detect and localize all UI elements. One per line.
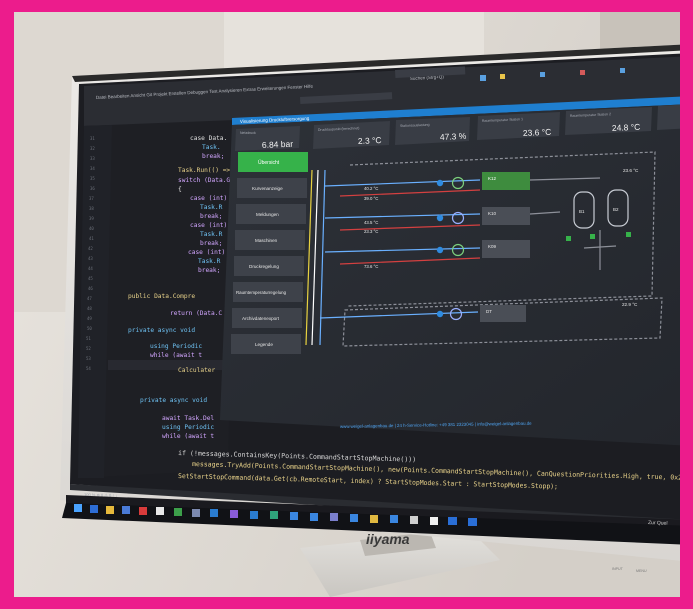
pipe-temp: 23.3 °C — [364, 229, 378, 234]
code-line: break; — [198, 267, 220, 274]
code-line: return (Data.C — [170, 310, 222, 317]
tile-value: 24.8 °C — [612, 122, 641, 133]
tile-value: 23.6 °C — [523, 127, 552, 138]
input-label: INPUT — [612, 567, 624, 571]
code-line: Task.R — [200, 231, 223, 238]
code-line: while (await t — [150, 352, 202, 359]
svg-text:Legende: Legende — [255, 342, 273, 347]
monitor-photo: Datei Bearbeiten Ansicht Git Projekt Ers… — [0, 0, 693, 609]
svg-text:32: 32 — [90, 146, 95, 151]
svg-text:Druckregelung: Druckregelung — [249, 264, 279, 269]
netzdruck-label: Netzdruck — [240, 131, 256, 135]
svg-text:31: 31 — [90, 136, 95, 141]
pipe-temp: 40.2 °C — [364, 186, 378, 191]
code-line: using Periodic — [150, 343, 202, 350]
zone1-temp: 23.6 °C — [623, 168, 639, 173]
svg-text:44: 44 — [88, 266, 93, 271]
code-line: Task.Run(() => — [178, 167, 230, 174]
code-line: break; — [202, 153, 224, 160]
pipe-temp: 43.5 °C — [364, 220, 378, 225]
machine-k10[interactable] — [482, 207, 530, 225]
menu-label: MENU — [636, 569, 647, 573]
svg-text:46: 46 — [88, 286, 93, 291]
svg-text:50: 50 — [87, 326, 92, 331]
svg-text:39: 39 — [89, 216, 94, 221]
code-line: case (int) — [188, 249, 225, 256]
svg-text:48: 48 — [87, 306, 92, 311]
svg-text:Archivdatenexport: Archivdatenexport — [242, 316, 280, 321]
code-line: switch (Data.G — [178, 177, 230, 184]
svg-text:36: 36 — [90, 186, 95, 191]
code-line: private async void — [140, 397, 207, 404]
pipe-temp: 73.6 °C — [364, 264, 378, 269]
code-line: private async void — [128, 327, 195, 334]
svg-text:37: 37 — [89, 196, 94, 201]
svg-text:45: 45 — [88, 276, 93, 281]
svg-text:Kurvenanzeige: Kurvenanzeige — [252, 186, 283, 191]
netzdruck-value: 6.84 bar — [262, 139, 294, 150]
code-line: public Data.Compre — [128, 293, 195, 300]
svg-text:Maschinen: Maschinen — [255, 238, 278, 243]
code-line: while (await t — [162, 433, 214, 440]
svg-text:54: 54 — [86, 366, 91, 371]
svg-text:42: 42 — [88, 246, 93, 251]
tile-value: 47.3 % — [440, 131, 467, 142]
svg-text:40: 40 — [89, 226, 94, 231]
machine-k12[interactable] — [482, 172, 530, 190]
svg-text:49: 49 — [87, 316, 92, 321]
visualization-window: Visualisierung Druckluftversorgung Netzd… — [220, 96, 693, 446]
code-line: using Periodic — [162, 424, 214, 431]
code-line: { — [178, 186, 182, 193]
code-line: case (int) — [190, 195, 227, 202]
receiver-label: B1 — [579, 209, 585, 214]
code-line: case (int) — [190, 222, 227, 229]
machine-k09[interactable] — [482, 240, 530, 258]
code-line: Task.R — [198, 258, 221, 265]
code-line: break; — [200, 213, 222, 220]
svg-text:K09: K09 — [488, 244, 497, 249]
code-line: case Data. — [190, 135, 227, 142]
code-line: await Task.Del — [162, 415, 214, 422]
svg-text:47: 47 — [87, 296, 92, 301]
pipe-temp: 39.0 °C — [364, 196, 378, 201]
code-line: Calculater — [178, 367, 216, 374]
svg-text:35: 35 — [90, 176, 95, 181]
svg-text:33: 33 — [90, 156, 95, 161]
svg-text:DT: DT — [486, 309, 492, 314]
taskbar-right-text: Zur Quel — [648, 520, 668, 527]
svg-text:51: 51 — [86, 336, 91, 341]
svg-text:43: 43 — [88, 256, 93, 261]
zone2-temp: 22.9 °C — [622, 302, 638, 307]
svg-text:K10: K10 — [488, 211, 497, 216]
svg-text:53: 53 — [86, 356, 91, 361]
svg-text:41: 41 — [89, 236, 94, 241]
receiver-label: B2 — [613, 207, 619, 212]
svg-text:52: 52 — [86, 346, 91, 351]
tile-value: 2.3 °C — [358, 135, 382, 146]
svg-text:Übersicht: Übersicht — [258, 159, 280, 166]
code-line: break; — [200, 240, 222, 247]
code-line: Task.R — [200, 204, 223, 211]
svg-text:34: 34 — [90, 166, 95, 171]
brand-logo: iiyama — [366, 531, 410, 547]
svg-text:Meldungen: Meldungen — [256, 212, 279, 217]
code-line: Task. — [202, 144, 221, 151]
svg-text:K12: K12 — [488, 176, 497, 181]
svg-text:Raumtemperaturregelung: Raumtemperaturregelung — [236, 290, 287, 295]
svg-text:38: 38 — [89, 206, 94, 211]
